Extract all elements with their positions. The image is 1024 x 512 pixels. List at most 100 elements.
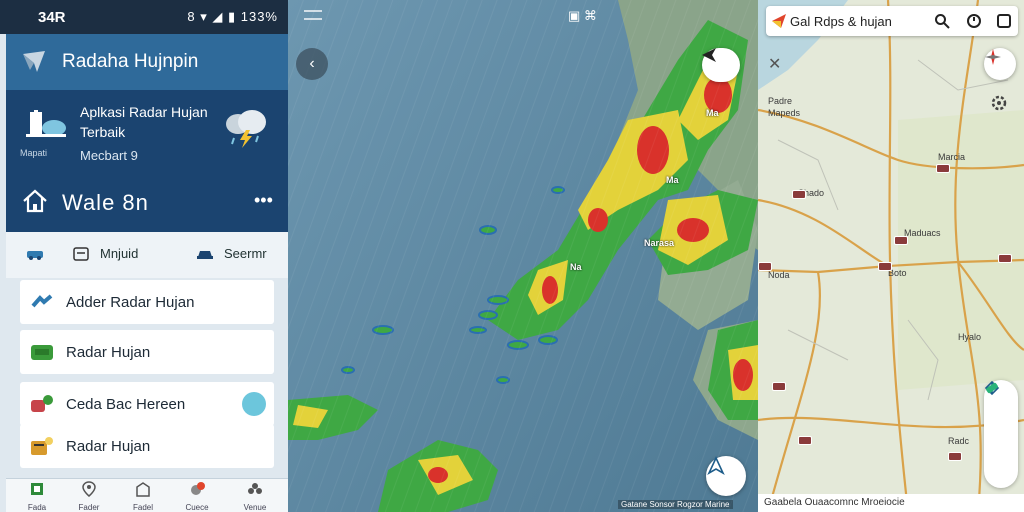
back-button[interactable]: ‹ [296, 48, 328, 80]
hero-headline: Aplkasi Radar Hujan Terbaik [80, 104, 208, 140]
app-bar: Radaha Hujnpin [6, 34, 288, 90]
road-shield [998, 254, 1012, 263]
storm-cloud-icon [226, 110, 266, 148]
list-item-label: Adder Radar Hujan [66, 293, 195, 311]
hero-small-label: Mapati [20, 148, 48, 158]
hero-caption: Mecbart 9 [80, 148, 138, 163]
status-icons: 8 ▾ ◢ ▮ 133% [187, 9, 278, 24]
quick-actions-bar: Mnjuid Seermr [6, 232, 288, 278]
close-icon[interactable]: ✕ [768, 54, 781, 74]
layers-icon [31, 395, 53, 412]
map-footer: Gaabela Ouaacomnc Mroeiocie [758, 494, 1024, 512]
compass-button[interactable] [984, 48, 1016, 80]
road-shield [772, 382, 786, 391]
radar-label: Ma [706, 108, 719, 118]
status-time: 34R [38, 9, 66, 26]
home-location-label: Wale 8n [62, 190, 149, 215]
zoom-in-button[interactable] [984, 382, 1018, 452]
building-icon [136, 482, 150, 497]
map-controls [984, 380, 1018, 488]
road-shield [878, 262, 892, 271]
map-place-label: Padre [768, 96, 793, 106]
list-item-label: Ceda Bac Hereen [66, 395, 186, 413]
map-place-label: Mapeds [768, 108, 801, 118]
screenshot-root: 34R 8 ▾ ◢ ▮ 133% Radaha Hujnpin Mapati A… [0, 0, 1024, 512]
radar-top-icons: ▣ ⌘ [568, 8, 597, 23]
nav-item-fader[interactable]: Fader [64, 481, 114, 512]
navigation-arrow-icon [702, 48, 716, 62]
mobile-app-panel: 34R 8 ▾ ◢ ▮ 133% Radaha Hujnpin Mapati A… [0, 0, 288, 512]
hero-card: Mapati Aplkasi Radar Hujan Terbaik Mecba… [6, 90, 288, 232]
cloud-icon [31, 294, 53, 308]
gear-icon[interactable] [990, 94, 1008, 112]
road-shield [758, 262, 772, 271]
car-icon [197, 250, 213, 259]
hamburger-menu-icon[interactable] [304, 10, 322, 20]
ruler-button[interactable] [984, 382, 1018, 488]
navigation-arrow-button[interactable] [702, 48, 740, 82]
calendar-icon [73, 246, 89, 261]
map-pin-icon [772, 14, 786, 28]
road-shield [894, 236, 908, 245]
road-shield [948, 452, 962, 461]
compass-icon [985, 49, 1001, 65]
locate-arrow-icon [707, 456, 725, 475]
quick-action-seermr[interactable]: Seermr [196, 246, 267, 261]
map-place-label: Hyalo [958, 332, 982, 342]
nav-item-label: Fada [27, 503, 47, 512]
radar-attribution: Gatane Sonsor Rogzor Marine [618, 500, 733, 509]
map-place-label: Maduacs [904, 228, 941, 238]
house-rain-icon [26, 110, 66, 137]
road-shield [792, 190, 806, 199]
group-icon [248, 483, 262, 494]
app-title: Radaha Hujnpin [62, 51, 199, 72]
nav-item-cuece[interactable]: Cuece [172, 481, 222, 512]
map-place-label: Radc [948, 436, 970, 446]
road-shield [798, 436, 812, 445]
radar-label: Ma [666, 175, 679, 185]
radar-label: Na [570, 262, 582, 272]
storage-icon [31, 437, 53, 455]
list-item[interactable]: Radar Hujan [20, 424, 274, 468]
nav-item-label: Cuece [185, 503, 209, 512]
list-item-label: Radar Hujan [66, 437, 151, 455]
car-alt-icon [27, 250, 43, 260]
quick-action-mnjuid[interactable]: Mnjuid [26, 246, 138, 261]
radar-label: Narasa [644, 238, 675, 248]
list-item-toggle[interactable] [242, 392, 266, 416]
alert-icon [191, 482, 205, 495]
ruler-icon [986, 382, 998, 394]
history-icon[interactable] [966, 13, 982, 29]
radar-map-view[interactable]: ▣ ⌘ ‹ Ma Ma Narasa Na Gatane Sonsor Rogz… [288, 0, 758, 512]
list-item[interactable]: Radar Hujan [20, 330, 274, 374]
map-place-label: Marcia [938, 152, 966, 162]
app-logo-icon [23, 51, 45, 72]
nav-item-fada[interactable]: Fada [12, 481, 62, 512]
radar-map-canvas [288, 0, 758, 512]
status-bar: 34R 8 ▾ ◢ ▮ 133% [0, 0, 288, 34]
nav-item-label: Fader [78, 503, 100, 512]
list-item[interactable]: Adder Radar Hujan [20, 280, 274, 324]
search-icon[interactable] [934, 13, 950, 29]
more-options-icon[interactable]: ••• [254, 190, 273, 211]
road-shield [936, 164, 950, 173]
map-search-bar[interactable]: Gal Rdps & hujan [766, 6, 1018, 36]
quick-action-label: Seermr [224, 246, 267, 261]
home-icon [23, 189, 47, 213]
nav-item-label: Venue [243, 503, 267, 512]
map-search-text: Gal Rdps & hujan [790, 14, 892, 29]
bottom-navigation: Fada Fader Fadel Cuece Venue [6, 478, 288, 512]
list-item-label: Radar Hujan [66, 343, 151, 361]
home-grid-icon [31, 483, 43, 495]
nav-item-label: Fadel [132, 503, 153, 512]
road-map-view[interactable]: Gal Rdps & hujan ✕ Padre Mapeds Noda Mad… [758, 0, 1024, 512]
radar-icon [31, 345, 53, 360]
nav-item-venue[interactable]: Venue [230, 481, 280, 512]
list-item[interactable]: Ceda Bac Hereen [20, 382, 274, 426]
location-pin-icon [82, 481, 96, 497]
locate-button[interactable] [706, 456, 746, 496]
feature-list: Adder Radar Hujan Radar Hujan Ceda Bac H… [6, 278, 288, 478]
quick-action-label: Mnjuid [100, 246, 139, 261]
nav-item-fadel[interactable]: Fadel [118, 481, 168, 512]
share-icon[interactable] [996, 13, 1012, 29]
